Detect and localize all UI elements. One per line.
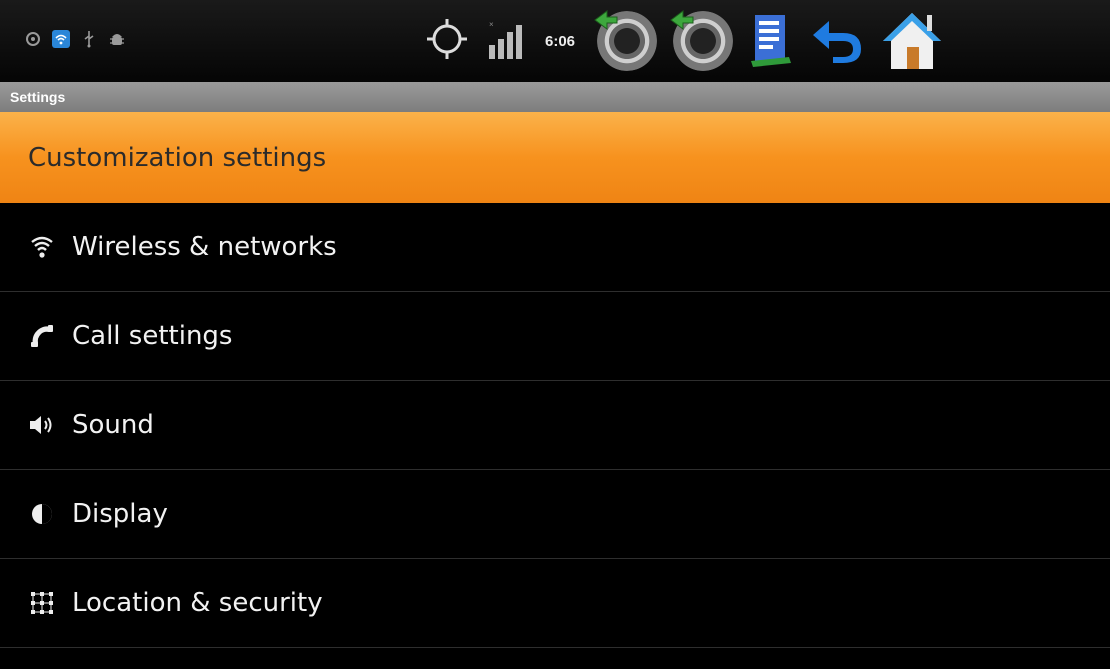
page-title: Settings: [0, 82, 1110, 112]
location-grid-icon: [25, 586, 59, 620]
wifi-icon: [25, 230, 59, 264]
list-item-customization-settings[interactable]: Customization settings: [0, 112, 1110, 203]
system-icons: × 6:06: [425, 4, 943, 78]
list-item-label: Customization settings: [28, 142, 327, 173]
notification-icons: [24, 30, 126, 48]
menu-key-icon[interactable]: [594, 10, 658, 71]
usb-icon: [80, 30, 98, 48]
list-item-label: Call settings: [72, 321, 233, 351]
speaker-icon: [25, 408, 59, 442]
clock: 6:06: [545, 32, 576, 50]
list-item-label: Display: [72, 499, 168, 529]
back-icon[interactable]: [809, 17, 865, 65]
phone-icon: [25, 319, 59, 353]
list-item-location-security[interactable]: Location & security: [0, 559, 1110, 648]
wifi-notification-icon: [52, 30, 70, 48]
screen: × 6:06 Settings Customization settings W…: [0, 0, 1110, 669]
android-debug-icon: [108, 30, 126, 48]
settings-list: Customization settings Wireless & networ…: [0, 112, 1110, 648]
sync-icon: [24, 30, 42, 48]
brightness-icon: [25, 497, 59, 531]
document-icon[interactable]: [749, 11, 793, 71]
list-item-call-settings[interactable]: Call settings: [0, 292, 1110, 381]
list-item-label: Location & security: [72, 588, 323, 618]
list-item-display[interactable]: Display: [0, 470, 1110, 559]
home-icon[interactable]: [881, 9, 943, 73]
gps-icon: [425, 17, 469, 65]
list-item-label: Sound: [72, 410, 154, 440]
volume-down-icon[interactable]: [670, 10, 734, 71]
status-bar: × 6:06: [0, 0, 1110, 82]
list-item-wireless-networks[interactable]: Wireless & networks: [0, 203, 1110, 292]
svg-text:×: ×: [489, 20, 494, 29]
list-item-label: Wireless & networks: [72, 232, 337, 262]
list-item-sound[interactable]: Sound: [0, 381, 1110, 470]
signal-strength-icon: ×: [485, 17, 529, 65]
